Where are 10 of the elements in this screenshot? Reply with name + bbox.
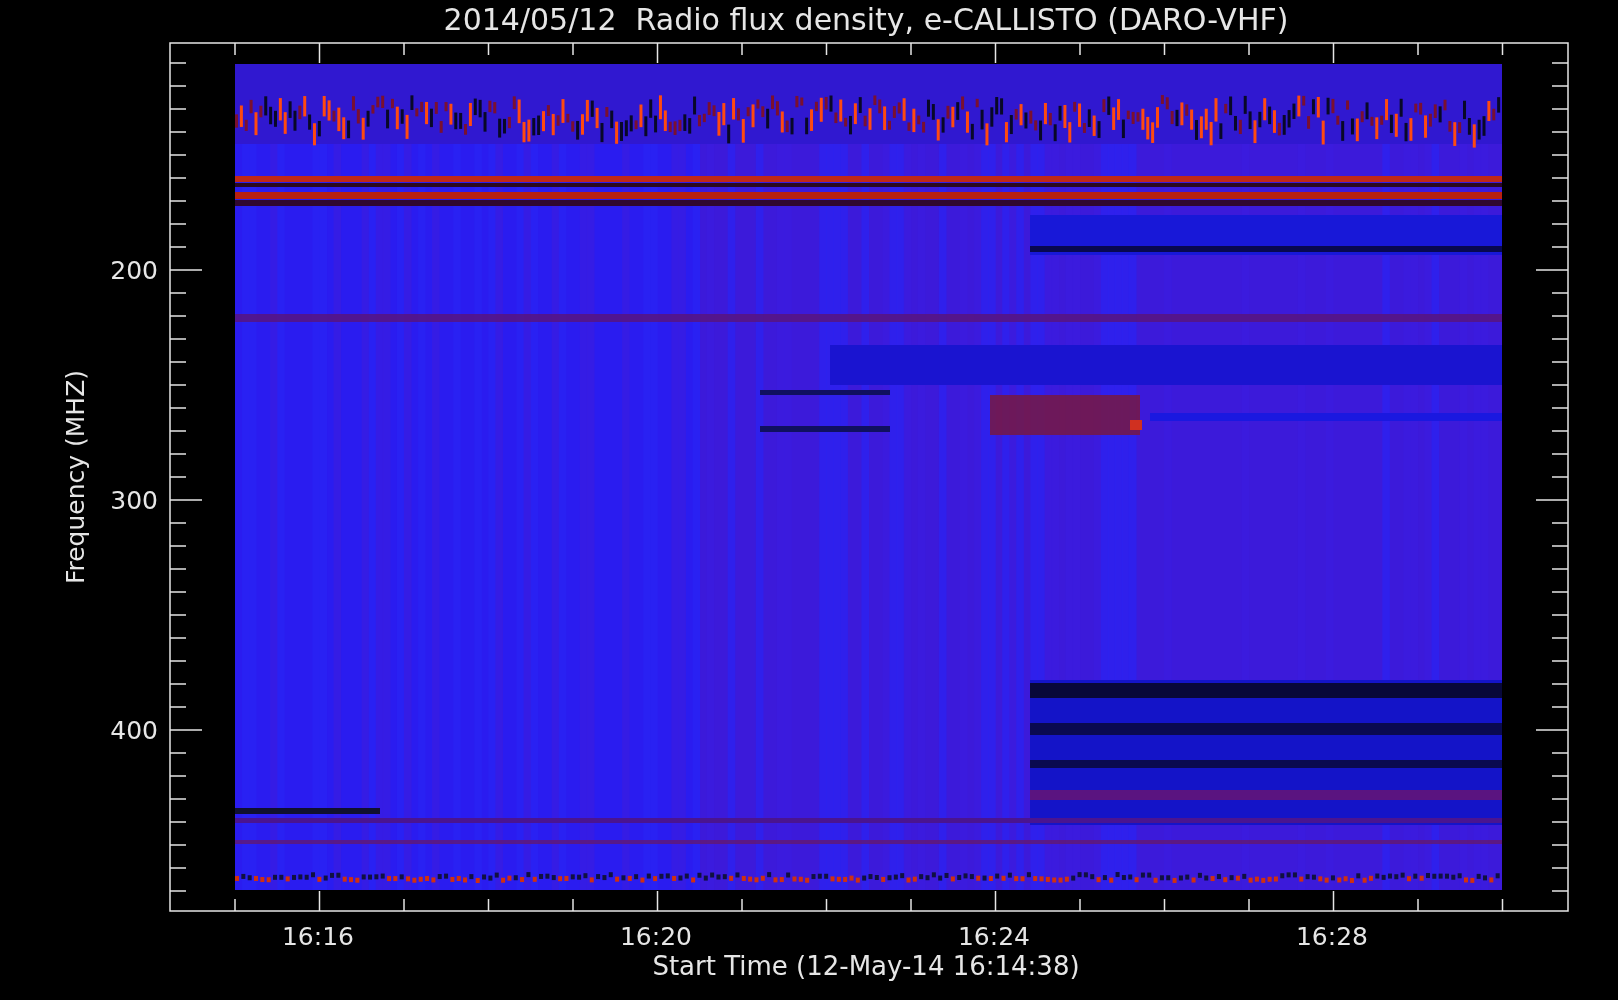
x-tick-label: 16:20 (620, 922, 692, 951)
x-tick-label: 16:24 (958, 922, 1030, 951)
y-tick-label: 300 (110, 486, 158, 515)
y-axis-label: Frequency (MHZ) (61, 369, 90, 585)
x-axis-label: Start Time (12-May-14 16:14:38) (652, 951, 1080, 981)
x-tick-label: 16:28 (1296, 922, 1368, 951)
y-tick-label: 200 (110, 256, 158, 285)
y-tick-label: 400 (110, 716, 158, 745)
plot-title: 2014/05/12 Radio flux density, e-CALLISTO (DARO-VHF) (443, 2, 1289, 37)
x-tick-label: 16:16 (282, 922, 354, 951)
